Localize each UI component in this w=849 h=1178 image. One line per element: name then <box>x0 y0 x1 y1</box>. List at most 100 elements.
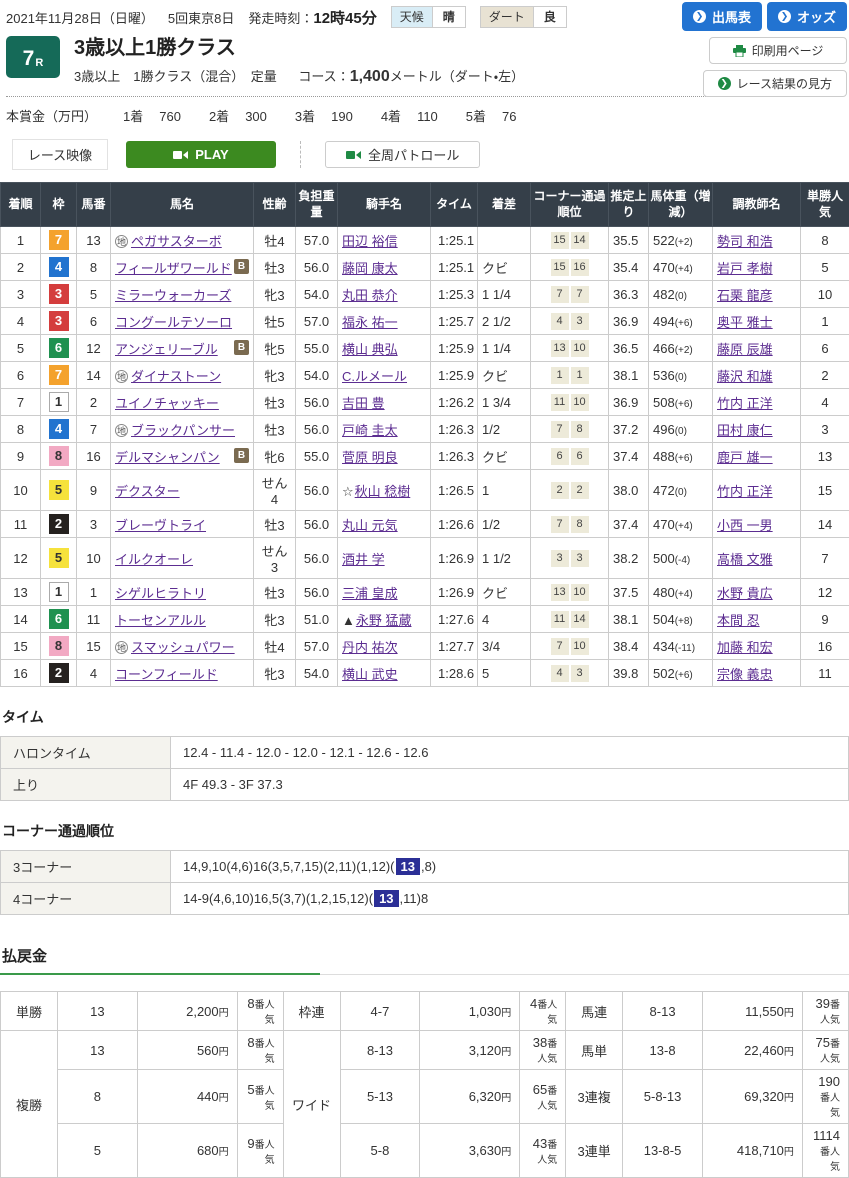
patrol-video-button[interactable]: 全周パトロール <box>325 141 480 168</box>
race-conditions: 3歳以上 1勝クラス（混合） 定量 <box>74 69 277 84</box>
horse-name-link[interactable]: ユイノチャッキー <box>115 396 219 411</box>
jockey-name-link[interactable]: 横山 典弘 <box>342 342 398 357</box>
horse-name-link[interactable]: ブレーヴトライ <box>115 518 206 533</box>
horse-name-link[interactable]: トーセンアルル <box>115 613 206 628</box>
corner-positions: 78 <box>531 511 609 538</box>
horse-name-link[interactable]: コングールテソーロ <box>115 315 232 330</box>
weather-label: 天候 <box>392 7 432 27</box>
jockey-cell: ☆秋山 稔樹 <box>338 470 431 511</box>
trainer-cell: 岩戸 孝樹 <box>713 254 801 281</box>
favorite-suffix: 番人気 <box>255 1140 275 1166</box>
jockey-name-link[interactable]: 藤岡 康太 <box>342 261 398 276</box>
horse-name-cell: ブレーヴトライ <box>111 511 254 538</box>
frame-cell: 7 <box>41 227 77 254</box>
jockey-name-link[interactable]: 永野 猛蔵 <box>356 613 412 628</box>
jockey-name-link[interactable]: 田辺 裕信 <box>342 234 398 249</box>
jockey-name-link[interactable]: 戸崎 圭太 <box>342 423 398 438</box>
estimated-last-3f: 37.4 <box>609 511 649 538</box>
corner-positions: 77 <box>531 281 609 308</box>
horse-name-link[interactable]: デルマシャンパン <box>115 450 220 465</box>
horse-name-link[interactable]: スマッシュパワー <box>131 640 235 655</box>
play-button[interactable]: PLAY <box>126 141 276 168</box>
trainer-name-link[interactable]: 竹内 正洋 <box>717 396 773 411</box>
horse-number: 10 <box>77 538 111 579</box>
jockey-cell: 福永 祐一 <box>338 308 431 335</box>
results-guide-button[interactable]: ❯ レース結果の見方 <box>703 70 847 97</box>
horse-number: 9 <box>77 470 111 511</box>
corner-position-box: 15 <box>551 259 569 276</box>
col-finish-position: 着順 <box>1 183 41 227</box>
corner-position-box: 3 <box>571 313 589 330</box>
local-horse-mark: 地 <box>115 235 128 248</box>
jockey-name-link[interactable]: 丹内 祐次 <box>342 640 398 655</box>
horse-name-link[interactable]: ミラーウォーカーズ <box>115 288 231 303</box>
jockey-name-link[interactable]: 福永 祐一 <box>342 315 398 330</box>
trainer-name-link[interactable]: 田村 康仁 <box>717 423 773 438</box>
carried-weight: 56.0 <box>296 470 338 511</box>
corner-positions: 710 <box>531 633 609 660</box>
frame-number-badge: 1 <box>49 392 69 412</box>
prize-money-row: 本賞金（万円） 1着760 2着300 3着190 4着110 5着76 <box>6 97 843 127</box>
apprentice-mark: ▲ <box>342 613 355 628</box>
trainer-name-link[interactable]: 岩戸 孝樹 <box>717 261 773 276</box>
payout-amount: 560円 <box>137 1031 237 1070</box>
corner-positions: 1514 <box>531 227 609 254</box>
horse-name-link[interactable]: ペガサスターボ <box>131 234 222 249</box>
finish-position: 6 <box>1 362 41 389</box>
entries-button[interactable]: ❯ 出馬表 <box>682 2 762 31</box>
trainer-name-link[interactable]: 小西 一男 <box>717 518 773 533</box>
horse-name-link[interactable]: フィールザワールド <box>115 261 232 276</box>
horse-name-link[interactable]: コーンフィールド <box>115 667 218 682</box>
carried-weight: 56.0 <box>296 511 338 538</box>
trainer-name-link[interactable]: 宗像 義忠 <box>717 667 773 682</box>
trainer-name-link[interactable]: 石栗 龍彦 <box>717 288 773 303</box>
favorite-suffix: 番人気 <box>820 1147 840 1173</box>
jockey-name-link[interactable]: C.ルメール <box>342 369 407 384</box>
horse-name-link[interactable]: アンジェリーブル <box>115 342 218 357</box>
time-section-title: タイム <box>0 707 849 727</box>
margin: 1/2 <box>478 416 531 443</box>
print-page-button[interactable]: 印刷用ページ <box>709 37 847 64</box>
payout-favorite-rank: 38番人気 <box>520 1031 566 1070</box>
jockey-name-link[interactable]: 酒井 学 <box>342 552 385 567</box>
trainer-name-link[interactable]: 藤原 辰雄 <box>717 342 773 357</box>
horse-number: 6 <box>77 308 111 335</box>
horse-name-link[interactable]: イルクオーレ <box>115 552 193 567</box>
sex-age: 牡3 <box>254 254 296 281</box>
payout-row: 5680円9番人気5-83,630円43番人気3連単13-8-5418,710円… <box>1 1124 849 1178</box>
trainer-name-link[interactable]: 鹿戸 雄一 <box>717 450 773 465</box>
payout-amount: 680円 <box>137 1124 237 1178</box>
horse-name-link[interactable]: シゲルヒラトリ <box>115 586 206 601</box>
trainer-name-link[interactable]: 加藤 和宏 <box>717 640 773 655</box>
jockey-name-link[interactable]: 秋山 稔樹 <box>355 484 411 499</box>
jockey-name-link[interactable]: 三浦 皇成 <box>342 586 398 601</box>
corner-positions: 11 <box>531 362 609 389</box>
trainer-name-link[interactable]: 水野 貴広 <box>717 586 773 601</box>
frame-number-badge: 8 <box>49 636 69 656</box>
horse-name-link[interactable]: デクスター <box>115 484 180 499</box>
estimated-last-3f: 37.5 <box>609 579 649 606</box>
trainer-name-link[interactable]: 高橋 文雅 <box>717 552 773 567</box>
finish-time: 1:26.2 <box>431 389 478 416</box>
finish-position: 8 <box>1 416 41 443</box>
jockey-name-link[interactable]: 横山 武史 <box>342 667 398 682</box>
trainer-name-link[interactable]: 勢司 和浩 <box>717 234 773 249</box>
win-favorite-rank: 10 <box>801 281 849 308</box>
circle-arrow-icon: ❯ <box>778 10 791 23</box>
horse-name-cell: Bアンジェリーブル <box>111 335 254 362</box>
trainer-name-link[interactable]: 竹内 正洋 <box>717 484 773 499</box>
body-weight: 488(+6) <box>649 443 713 470</box>
favorite-suffix: 番人気 <box>537 1086 557 1112</box>
trainer-name-link[interactable]: 本間 忍 <box>717 613 760 628</box>
trainer-name-link[interactable]: 奥平 雅士 <box>717 315 773 330</box>
trainer-name-link[interactable]: 藤沢 和雄 <box>717 369 773 384</box>
jockey-name-link[interactable]: 丸田 恭介 <box>342 288 398 303</box>
horse-name-link[interactable]: ブラックパンサー <box>131 423 235 438</box>
result-row: 14611トーセンアルル牝351.0▲永野 猛蔵1:27.64111438.15… <box>1 606 849 633</box>
body-weight-diff: (+6) <box>675 399 693 410</box>
jockey-name-link[interactable]: 菅原 明良 <box>342 450 398 465</box>
odds-button[interactable]: ❯ オッズ <box>767 2 847 31</box>
jockey-name-link[interactable]: 吉田 豊 <box>342 396 385 411</box>
horse-name-link[interactable]: ダイナストーン <box>131 369 221 384</box>
jockey-name-link[interactable]: 丸山 元気 <box>342 518 398 533</box>
